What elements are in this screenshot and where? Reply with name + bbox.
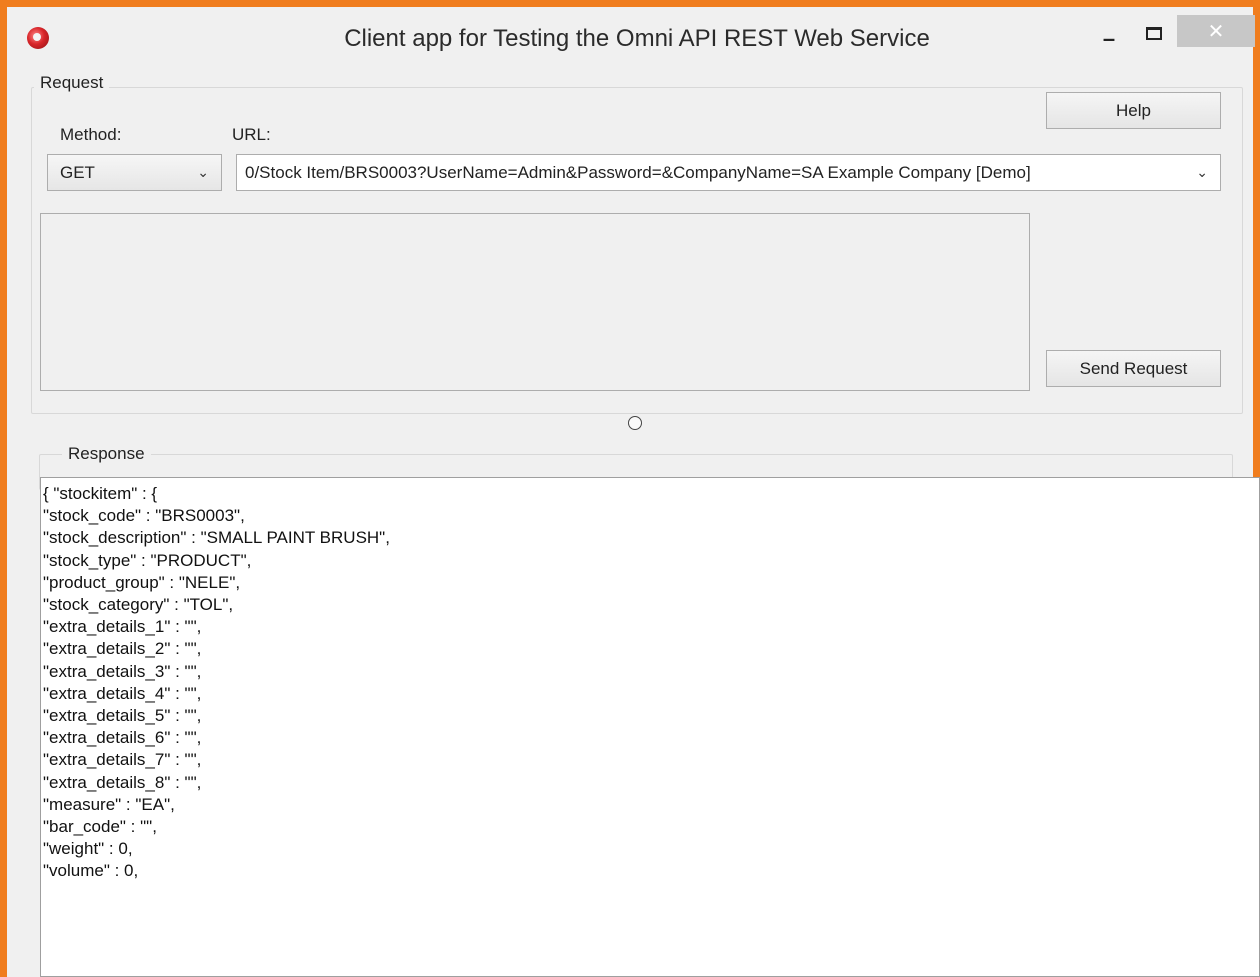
method-select[interactable]: GET ⌄ [47,154,222,191]
chevron-down-icon[interactable]: ⌄ [197,164,209,181]
response-line: "measure" : "EA", [43,794,175,814]
response-group-label: Response [62,444,151,464]
response-line: "volume" : 0, [43,861,139,881]
response-line: "product_group" : "NELE", [43,572,241,592]
send-request-button[interactable]: Send Request [1046,350,1221,387]
response-line: "extra_details_1" : "", [43,617,202,637]
request-group-label: Request [34,73,110,93]
minimize-button[interactable]: – [1092,21,1126,57]
response-line: { "stockitem" : { [43,484,158,503]
response-line: "extra_details_6" : "", [43,728,202,748]
response-line: "stock_description" : "SMALL PAINT BRUSH… [43,528,390,548]
method-value: GET [60,162,95,182]
response-textarea[interactable]: { "stockitem" : { "stock_code" : "BRS000… [40,477,1260,977]
response-line: "bar_code" : "", [43,817,157,837]
response-line: "extra_details_8" : "", [43,772,202,792]
help-button[interactable]: Help [1046,92,1221,129]
close-button[interactable]: ✕ [1177,15,1255,47]
url-combobox[interactable]: 0/Stock Item/BRS0003?UserName=Admin&Pass… [236,154,1221,191]
splitter-radio-icon[interactable] [628,416,642,430]
response-line: "extra_details_4" : "", [43,683,202,703]
maximize-button[interactable] [1137,15,1171,51]
window-title: Client app for Testing the Omni API REST… [344,25,930,52]
title-bar[interactable]: Client app for Testing the Omni API REST… [7,7,1255,65]
maximize-icon [1146,26,1162,40]
response-line: "stock_category" : "TOL", [43,595,234,615]
response-line: "weight" : 0, [43,839,133,859]
response-line: "stock_code" : "BRS0003", [43,506,245,526]
response-line: "extra_details_5" : "", [43,706,202,726]
response-line: "extra_details_7" : "", [43,750,202,770]
response-line: "extra_details_3" : "", [43,661,202,681]
response-line: "extra_details_2" : "", [43,639,202,659]
chevron-down-icon[interactable]: ⌄ [1196,164,1208,181]
request-body-textarea[interactable] [40,213,1030,391]
url-value: 0/Stock Item/BRS0003?UserName=Admin&Pass… [245,162,1031,182]
app-window: Client app for Testing the Omni API REST… [0,0,1260,977]
method-label: Method: [60,125,122,144]
url-label: URL: [232,125,271,144]
response-line: "stock_type" : "PRODUCT", [43,550,252,570]
